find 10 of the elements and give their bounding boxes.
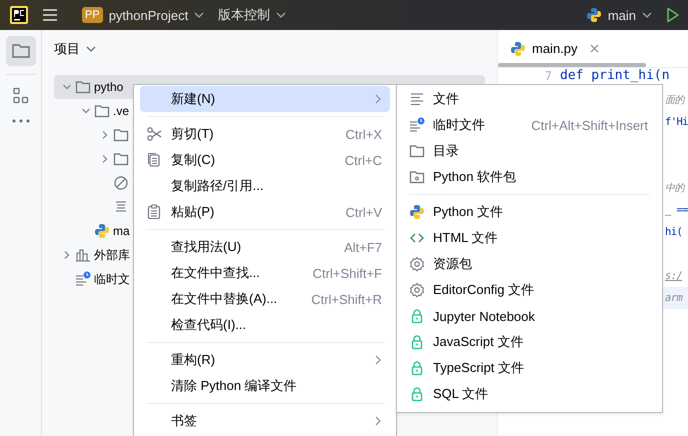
code-text: _ == (665, 204, 688, 216)
code-text: 中的 (665, 182, 684, 195)
code-text: def print_hi(n (560, 68, 670, 83)
code-text: arm (665, 292, 682, 304)
code-text: s:/ (665, 270, 682, 282)
line-number: 7 (544, 68, 552, 82)
project-badge: PP (82, 7, 103, 23)
code-text: hi( (665, 226, 682, 238)
code-text: f'Hi (665, 116, 688, 128)
code-text: 面的 (665, 94, 684, 107)
